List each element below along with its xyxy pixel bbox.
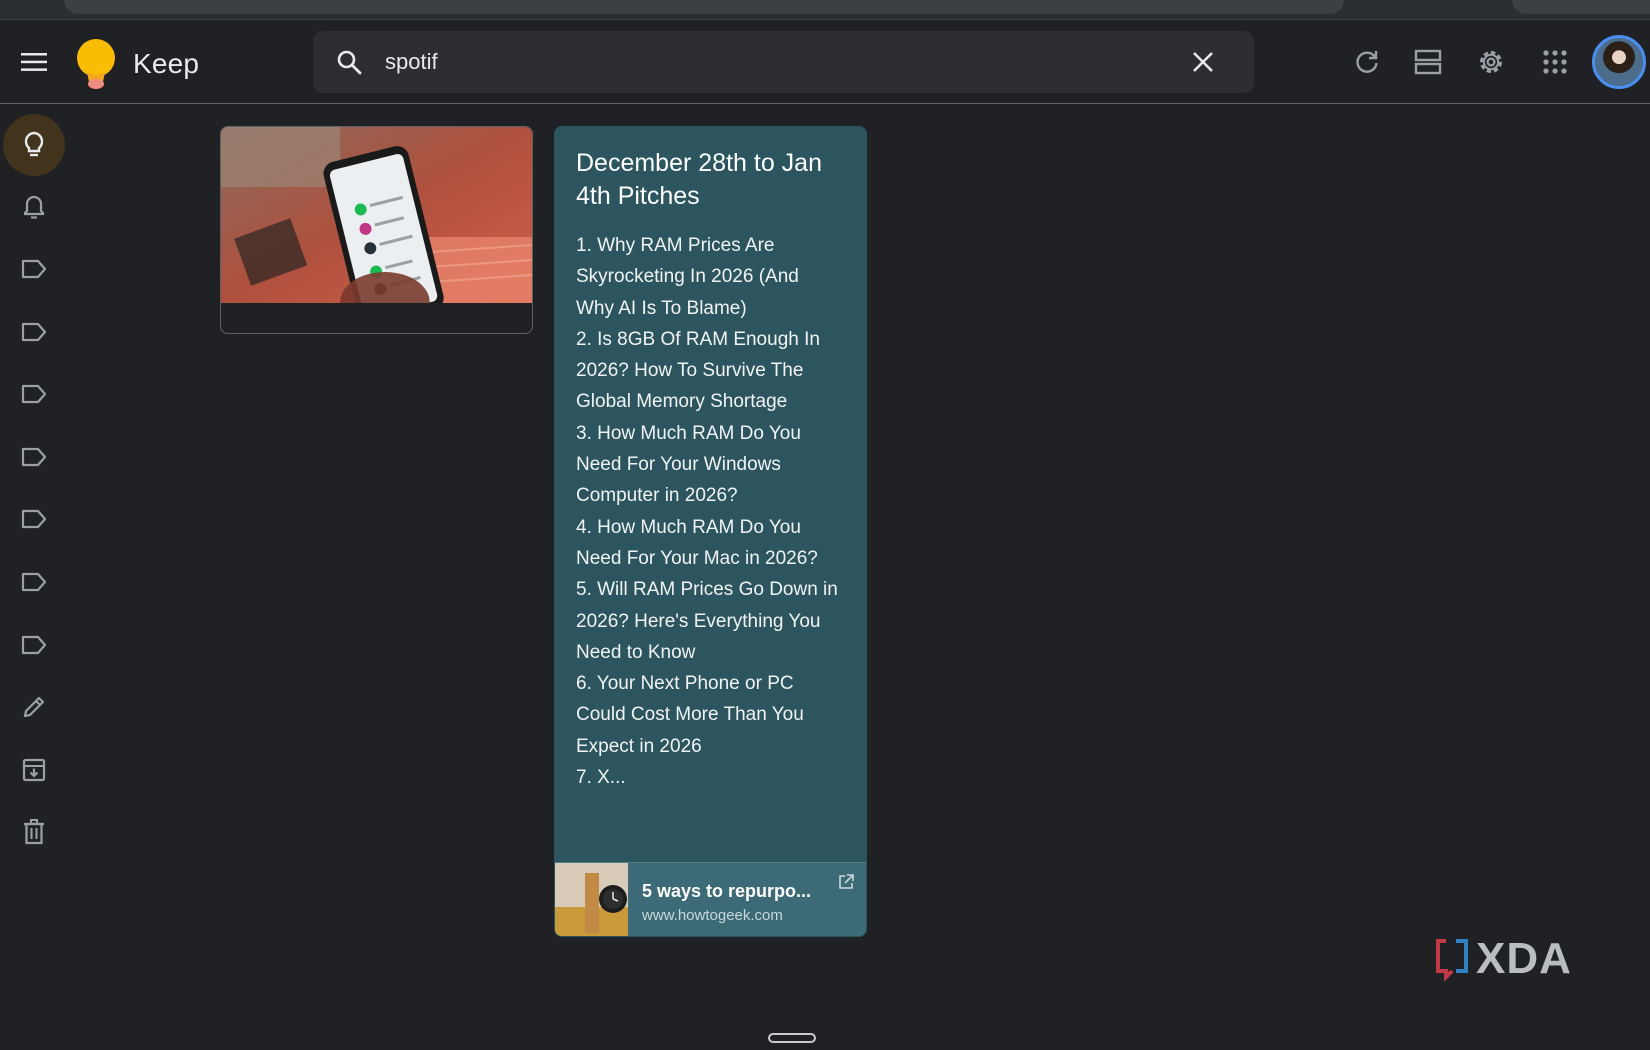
- note-line: 7. X...: [576, 767, 626, 789]
- note-line: 2026? How To Survive The: [576, 360, 804, 382]
- label-icon: [21, 259, 47, 279]
- account-avatar[interactable]: [1592, 35, 1646, 89]
- link-preview[interactable]: 5 ways to repurpo... www.howtogeek.com: [555, 862, 866, 936]
- note-line: Expect in 2026: [576, 735, 702, 757]
- list-view-button[interactable]: [1404, 38, 1452, 86]
- hamburger-menu-icon: [21, 53, 47, 71]
- search-icon: [337, 50, 362, 75]
- note-line: 1. Why RAM Prices Are: [576, 235, 775, 256]
- close-icon: [1193, 52, 1213, 72]
- clear-search-button[interactable]: [1179, 38, 1227, 86]
- sidebar-item-notes[interactable]: [3, 114, 65, 176]
- sidebar-nav: [0, 110, 70, 860]
- refresh-icon: [1356, 51, 1378, 73]
- label-icon: [21, 322, 47, 342]
- sidebar-item-label-1[interactable]: [3, 238, 65, 300]
- google-apps-button[interactable]: [1531, 38, 1579, 86]
- gear-icon: [1480, 51, 1502, 73]
- text-note-card[interactable]: December 28th to Jan 4th Pitches 1. Why …: [554, 126, 867, 937]
- note-line: 6. Your Next Phone or PC: [576, 673, 794, 695]
- note-line: Need For Your Windows: [576, 454, 781, 476]
- image-note-card[interactable]: [220, 126, 533, 334]
- note-line: Why AI Is To Blame): [576, 297, 747, 319]
- sidebar-item-label-2[interactable]: [3, 301, 65, 363]
- sidebar-item-trash[interactable]: [3, 801, 65, 863]
- note-line: 2. Is 8GB Of RAM Enough In: [576, 328, 820, 350]
- sidebar-item-label-4[interactable]: [3, 426, 65, 488]
- link-url: www.howtogeek.com: [642, 907, 783, 924]
- app-header: Keep: [0, 21, 1650, 104]
- xda-watermark: XDA: [1434, 934, 1572, 983]
- list-view-icon: [1414, 49, 1442, 75]
- main-menu-button[interactable]: [10, 38, 58, 86]
- note-line: 3. How Much RAM Do You: [576, 422, 801, 444]
- archive-icon: [22, 758, 46, 782]
- apps-grid-icon: [1543, 50, 1567, 74]
- note-line: Skyrocketing In 2026 (And: [576, 266, 799, 288]
- xda-logo-icon: [1436, 939, 1468, 981]
- link-title: 5 ways to repurpo...: [642, 881, 812, 901]
- note-line: 2026? Here's Everything You: [576, 610, 821, 632]
- sidebar-item-label-6[interactable]: [3, 551, 65, 613]
- note-line: Need For Your Mac in 2026?: [576, 547, 818, 569]
- refresh-button[interactable]: [1343, 38, 1391, 86]
- label-icon: [21, 509, 47, 529]
- sidebar-item-reminders[interactable]: [3, 176, 65, 238]
- app-title: Keep: [133, 48, 200, 79]
- pencil-icon: [23, 696, 45, 718]
- link-thumbnail: [555, 863, 628, 936]
- label-icon: [21, 447, 47, 467]
- sidebar-item-archive[interactable]: [3, 739, 65, 801]
- note-line: Global Memory Shortage: [576, 391, 788, 413]
- home-indicator: [768, 1033, 816, 1043]
- label-icon: [21, 384, 47, 404]
- label-icon: [21, 572, 47, 592]
- note-title: December 28th to Jan 4th Pitches: [576, 149, 822, 210]
- sidebar-item-label-7[interactable]: [3, 614, 65, 676]
- sidebar-item-label-3[interactable]: [3, 363, 65, 425]
- note-line: 5. Will RAM Prices Go Down in: [576, 579, 838, 601]
- browser-tab-strip: [0, 0, 1650, 20]
- bell-icon: [23, 195, 45, 219]
- note-body: 1. Why RAM Prices Are Skyrocketing In 20…: [576, 230, 851, 793]
- search-input[interactable]: [385, 45, 1165, 79]
- label-icon: [21, 635, 47, 655]
- browser-address-bar[interactable]: [64, 0, 1344, 14]
- xda-watermark-text: XDA: [1476, 934, 1572, 983]
- browser-profile-pill[interactable]: [1512, 0, 1650, 14]
- note-line: Computer in 2026?: [576, 485, 738, 507]
- search-button[interactable]: [325, 38, 373, 86]
- keep-logo-icon: [77, 39, 115, 89]
- lightbulb-icon: [24, 131, 44, 157]
- open-in-new-icon[interactable]: [837, 873, 855, 891]
- trash-icon: [24, 819, 44, 845]
- note-line: Could Cost More Than You: [576, 704, 804, 726]
- note-line: 4. How Much RAM Do You: [576, 516, 801, 538]
- note-line: Need to Know: [576, 641, 696, 663]
- sidebar-item-edit-labels[interactable]: [3, 676, 65, 738]
- note-photo: [221, 127, 532, 332]
- settings-button[interactable]: [1467, 38, 1515, 86]
- sidebar-item-label-5[interactable]: [3, 488, 65, 550]
- search-bar[interactable]: [313, 31, 1254, 93]
